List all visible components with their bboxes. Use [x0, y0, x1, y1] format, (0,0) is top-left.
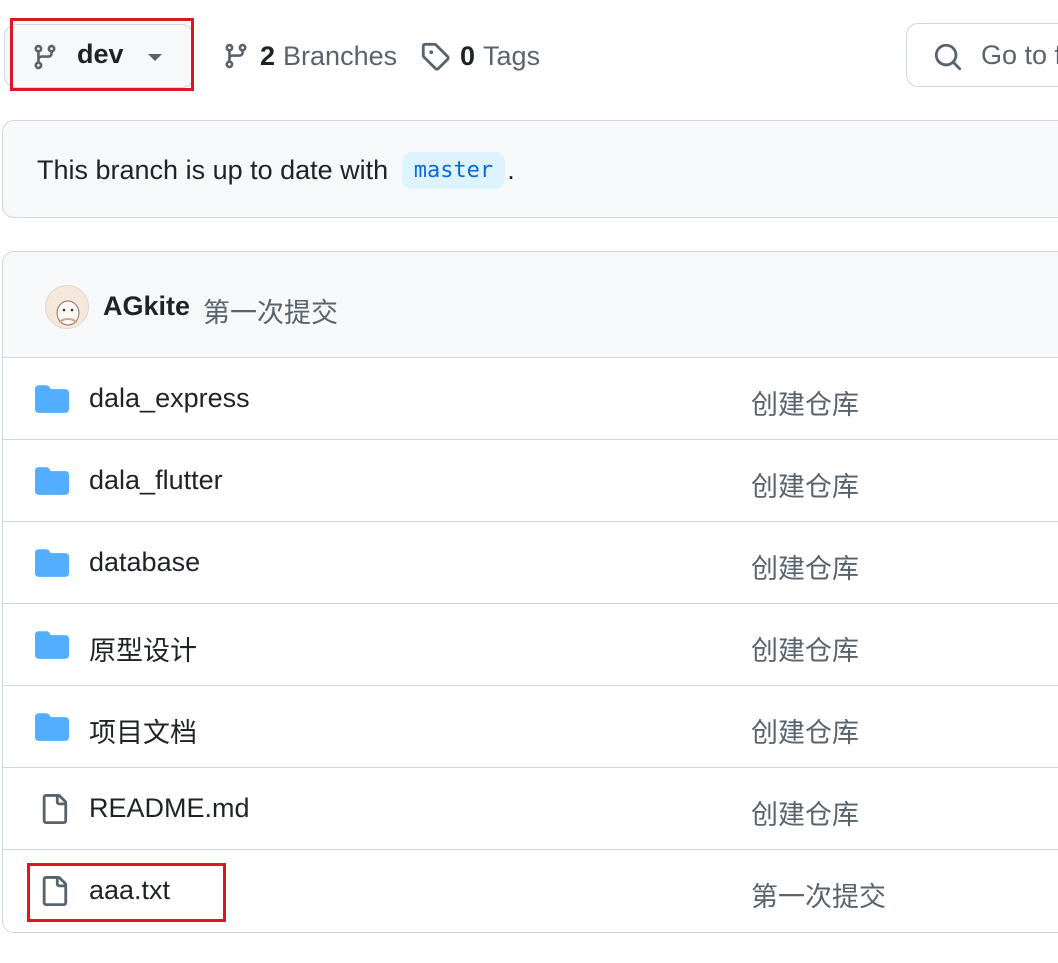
branches-label: Branches — [283, 40, 398, 71]
current-branch-name: dev — [77, 39, 124, 69]
commit-message-link[interactable]: 第一次提交 — [203, 291, 338, 330]
file-name-link[interactable]: dala_express — [89, 383, 250, 414]
folder-icon — [35, 467, 69, 500]
branch-status-text: This branch is up to date with master. — [37, 152, 515, 189]
branch-selector-button[interactable]: dev — [4, 24, 194, 88]
folder-icon — [35, 713, 69, 746]
file-name-link[interactable]: dala_flutter — [89, 465, 223, 496]
file-icon — [39, 792, 69, 831]
file-commit-message-link[interactable]: 创建仓库 — [751, 547, 859, 586]
file-row[interactable]: README.md 创建仓库 — [3, 768, 1058, 850]
tags-label: Tags — [483, 40, 541, 71]
file-commit-message-link[interactable]: 创建仓库 — [751, 711, 859, 750]
latest-commit-header: AGkite 第一次提交 — [3, 252, 1058, 358]
file-commit-message-link[interactable]: 创建仓库 — [751, 465, 859, 504]
avatar[interactable] — [45, 285, 89, 329]
chevron-down-icon — [145, 51, 165, 69]
git-branch-icon — [225, 43, 247, 69]
file-commit-message-link[interactable]: 创建仓库 — [751, 383, 859, 422]
file-table: AGkite 第一次提交 dala_express 创建仓库 dala_flutte… — [2, 251, 1058, 933]
tags-count: 0 — [460, 40, 476, 71]
folder-icon — [35, 385, 69, 418]
branches-count: 2 — [260, 40, 276, 71]
folder-row[interactable]: dala_flutter 创建仓库 — [3, 440, 1058, 522]
file-row[interactable]: aaa.txt 第一次提交 — [3, 850, 1058, 932]
file-name-link[interactable]: database — [89, 547, 200, 578]
tag-icon — [421, 42, 450, 71]
base-branch-link[interactable]: master — [401, 152, 506, 189]
file-name-link[interactable]: README.md — [89, 793, 250, 824]
branch-status-banner: This branch is up to date with master. — [2, 120, 1058, 218]
tags-link[interactable]: 0 Tags — [420, 38, 540, 74]
branch-status-suffix: . — [507, 155, 515, 185]
file-name-link[interactable]: 原型设计 — [89, 629, 197, 668]
file-commit-message-link[interactable]: 第一次提交 — [751, 875, 886, 914]
file-icon — [39, 874, 69, 913]
file-name-link[interactable]: aaa.txt — [89, 875, 170, 906]
folder-row[interactable]: database 创建仓库 — [3, 522, 1058, 604]
commit-author-link[interactable]: AGkite — [103, 291, 190, 322]
branches-link[interactable]: 2 Branches — [222, 38, 397, 74]
repo-toolbar: dev 2 Branches 0 Tags Go to file — [0, 0, 1058, 112]
search-icon — [933, 42, 963, 77]
file-name-link[interactable]: 项目文档 — [89, 711, 197, 750]
file-commit-message-link[interactable]: 创建仓库 — [751, 629, 859, 668]
folder-icon — [35, 549, 69, 582]
branch-status-prefix: This branch is up to date with — [37, 155, 389, 185]
go-to-file-placeholder: Go to file — [981, 40, 1058, 70]
folder-icon — [35, 631, 69, 664]
go-to-file-input[interactable]: Go to file — [906, 23, 1058, 87]
folder-row[interactable]: 原型设计 创建仓库 — [3, 604, 1058, 686]
folder-row[interactable]: 项目文档 创建仓库 — [3, 686, 1058, 768]
folder-row[interactable]: dala_express 创建仓库 — [3, 358, 1058, 440]
git-branch-icon — [31, 41, 59, 78]
file-commit-message-link[interactable]: 创建仓库 — [751, 793, 859, 832]
